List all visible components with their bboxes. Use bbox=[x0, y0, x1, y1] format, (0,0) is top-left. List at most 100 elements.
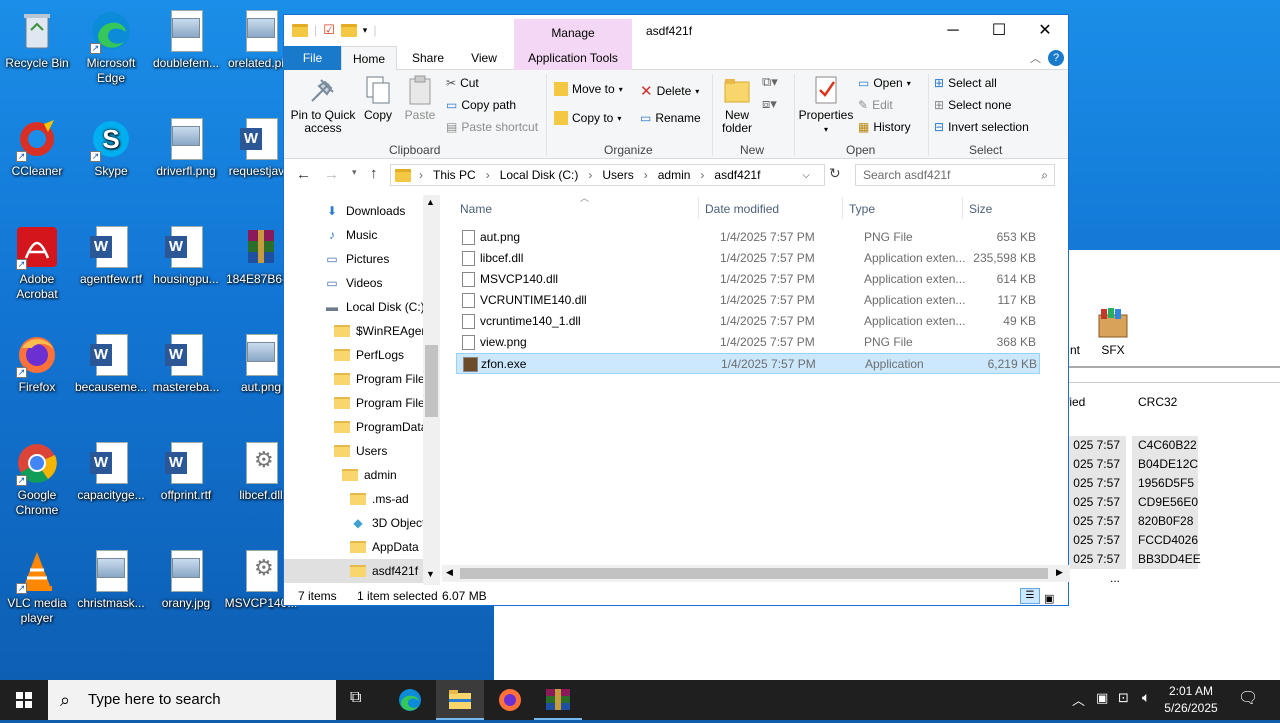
copy-to-button[interactable]: Copy to ▾ bbox=[554, 111, 621, 125]
nav-item-asdf421f[interactable]: asdf421f bbox=[284, 559, 423, 583]
nav-item-local-disk-c[interactable]: ▬ Local Disk (C:) bbox=[284, 295, 425, 319]
nav-item-perflogs[interactable]: PerfLogs bbox=[284, 343, 423, 367]
file-row[interactable]: vcruntime140_1.dll 1/4/2025 7:57 PM Applic… bbox=[456, 311, 1040, 332]
scroll-left-icon[interactable]: ◀ bbox=[446, 567, 453, 578]
navigation-scrollbar[interactable]: ▲ ▼ bbox=[423, 195, 440, 585]
maximize-button[interactable]: ☐ bbox=[976, 15, 1022, 46]
file-row[interactable]: view.png 1/4/2025 7:57 PM PNG File 368 KB bbox=[456, 332, 1040, 353]
h-scroll-thumb[interactable] bbox=[460, 568, 1048, 579]
history-button[interactable]: ▦ History bbox=[858, 120, 911, 134]
nav-item-pictures[interactable]: ▭ Pictures bbox=[284, 247, 423, 271]
recent-locations-icon[interactable]: ▾ bbox=[352, 167, 357, 178]
copy-path-button[interactable]: ▭ Copy path bbox=[446, 98, 516, 112]
scroll-down-icon[interactable]: ▼ bbox=[426, 569, 435, 579]
nav-item-admin[interactable]: admin bbox=[284, 463, 423, 487]
forward-icon[interactable]: → bbox=[324, 166, 339, 183]
network-icon[interactable]: ⊡ bbox=[1118, 690, 1129, 706]
scroll-right-icon[interactable]: ▶ bbox=[1056, 567, 1063, 578]
rename-button[interactable]: ▭ Rename bbox=[640, 111, 701, 125]
system-clock[interactable]: 2:01 AM 5/26/2025 bbox=[1160, 683, 1222, 717]
volume-icon[interactable]: 🔈︎ bbox=[1142, 689, 1150, 706]
taskbar-winrar[interactable] bbox=[534, 680, 582, 720]
nav-item-users[interactable]: Users bbox=[284, 439, 423, 463]
vlc-icon[interactable]: ↗ VLC media player bbox=[0, 548, 74, 626]
select-all-button[interactable]: ⊞ Select all bbox=[934, 76, 997, 90]
taskbar-search[interactable]: ⌕ Type here to search bbox=[48, 680, 336, 720]
taskbar-file-explorer[interactable] bbox=[436, 680, 484, 720]
breadcrumb-users[interactable]: Users bbox=[602, 168, 633, 182]
file-row[interactable]: aut.png 1/4/2025 7:57 PM PNG File 653 KB bbox=[456, 227, 1040, 248]
scroll-thumb[interactable] bbox=[425, 345, 438, 417]
open-button[interactable]: ▭ Open ▾ bbox=[858, 76, 911, 90]
nav-item-ms-ad[interactable]: .ms-ad bbox=[284, 487, 423, 511]
task-view-button[interactable]: ⧉ bbox=[336, 680, 384, 720]
rtf-file-icon[interactable]: W capacityge... bbox=[74, 440, 148, 503]
address-dropdown-icon[interactable]: ⌵ bbox=[802, 170, 810, 181]
close-button[interactable]: ✕ bbox=[1022, 15, 1068, 46]
nav-item-downloads[interactable]: ⬇ Downloads bbox=[284, 199, 423, 223]
select-none-button[interactable]: ⊞ Select none bbox=[934, 98, 1011, 112]
file-row[interactable]: MSVCP140.dll 1/4/2025 7:57 PM Application … bbox=[456, 269, 1040, 290]
breadcrumb-this-pc[interactable]: This PC bbox=[433, 168, 476, 182]
refresh-icon[interactable]: ↻ bbox=[829, 165, 841, 182]
tab-application-tools[interactable]: Application Tools bbox=[514, 46, 632, 70]
image-file-icon[interactable]: doublefem... bbox=[149, 8, 223, 71]
microsoft-edge-icon[interactable]: ↗ Microsoft Edge bbox=[74, 8, 148, 86]
move-to-button[interactable]: Move to ▾ bbox=[554, 82, 623, 96]
nav-item-programdata[interactable]: ProgramData bbox=[284, 415, 427, 439]
notifications-icon[interactable]: 🗨︎ bbox=[1238, 688, 1258, 708]
edit-button[interactable]: ✎ Edit bbox=[858, 98, 893, 112]
rtf-file-icon[interactable]: W agentfew.rtf bbox=[74, 224, 148, 287]
nav-item-program-files[interactable]: Program Files bbox=[284, 391, 431, 415]
pin-quick-access-button[interactable]: Pin to Quick access bbox=[290, 74, 356, 135]
show-hidden-icons[interactable]: ︿ bbox=[1072, 690, 1085, 709]
file-row[interactable]: VCRUNTIME140.dll 1/4/2025 7:57 PM Applicat… bbox=[456, 290, 1040, 311]
nav-item-videos[interactable]: ▭ Videos bbox=[284, 271, 423, 295]
cut-button[interactable]: ✂ Cut bbox=[446, 76, 479, 90]
nav-item-3d-objects[interactable]: ◆ 3D Objects bbox=[284, 511, 431, 535]
adobe-acrobat-icon[interactable]: ↗ Adobe Acrobat bbox=[0, 224, 74, 302]
invert-selection-button[interactable]: ⊟ Invert selection bbox=[934, 120, 1029, 134]
google-chrome-icon[interactable]: ↗ Google Chrome bbox=[0, 440, 74, 518]
file-row[interactable]: zfon.exe 1/4/2025 7:57 PM Application 6,219… bbox=[456, 353, 1040, 374]
column-size[interactable]: Size bbox=[969, 202, 992, 216]
tab-home[interactable]: Home bbox=[341, 46, 397, 71]
tab-view[interactable]: View bbox=[458, 46, 510, 70]
device-icon[interactable]: ▣ bbox=[1096, 690, 1108, 706]
search-input[interactable]: Search asdf421f ⌕ bbox=[855, 164, 1055, 186]
new-folder-button[interactable]: New folder bbox=[718, 74, 756, 135]
start-button[interactable] bbox=[0, 680, 48, 720]
copy-button[interactable]: Copy bbox=[360, 74, 396, 122]
nav-item-program-files[interactable]: Program Files bbox=[284, 367, 431, 391]
winrar-col-crc[interactable]: CRC32 bbox=[1138, 395, 1177, 409]
column-name[interactable]: Name bbox=[460, 202, 492, 216]
breadcrumb-admin[interactable]: admin bbox=[658, 168, 691, 182]
up-icon[interactable]: ↑ bbox=[370, 165, 378, 182]
firefox-icon[interactable]: ↗ Firefox bbox=[0, 332, 74, 395]
image-file-icon[interactable]: orany.jpg bbox=[149, 548, 223, 611]
address-bar[interactable]: › This PC › Local Disk (C:) › Users › admin… bbox=[390, 164, 825, 186]
rtf-file-icon[interactable]: W mastereba... bbox=[149, 332, 223, 395]
details-view-icon[interactable]: ☰ bbox=[1020, 588, 1040, 604]
taskbar-firefox[interactable] bbox=[486, 680, 534, 720]
horizontal-scrollbar[interactable]: ◀ ▶ bbox=[442, 565, 1070, 582]
tab-share[interactable]: Share bbox=[402, 46, 454, 70]
file-row[interactable]: libcef.dll 1/4/2025 7:57 PM Application ex… bbox=[456, 248, 1040, 269]
help-icon[interactable]: ? bbox=[1048, 50, 1064, 66]
properties-button[interactable]: Properties ▾ bbox=[798, 74, 854, 136]
tab-file[interactable]: File bbox=[284, 46, 341, 70]
paste-button[interactable]: Paste bbox=[402, 74, 438, 122]
nav-item-music[interactable]: ♪ Music bbox=[284, 223, 423, 247]
new-folder-icon[interactable] bbox=[340, 23, 357, 37]
back-icon[interactable]: ← bbox=[296, 166, 311, 183]
nav-item-winreagent[interactable]: $WinREAgent bbox=[284, 319, 431, 343]
taskbar-edge[interactable] bbox=[386, 680, 434, 720]
winrar-sfx-button[interactable]: SFX bbox=[1088, 305, 1138, 357]
minimize-button[interactable]: ─ bbox=[930, 15, 976, 46]
breadcrumb-local-disk[interactable]: Local Disk (C:) bbox=[500, 168, 579, 182]
chevron-down-icon[interactable]: ▾ bbox=[363, 25, 368, 36]
easy-access-icon[interactable]: ⧈▾ bbox=[762, 96, 777, 112]
nav-item-appdata[interactable]: AppData bbox=[284, 535, 423, 559]
skype-icon[interactable]: S ↗ Skype bbox=[74, 116, 148, 179]
image-file-icon[interactable]: christmask... bbox=[74, 548, 148, 611]
